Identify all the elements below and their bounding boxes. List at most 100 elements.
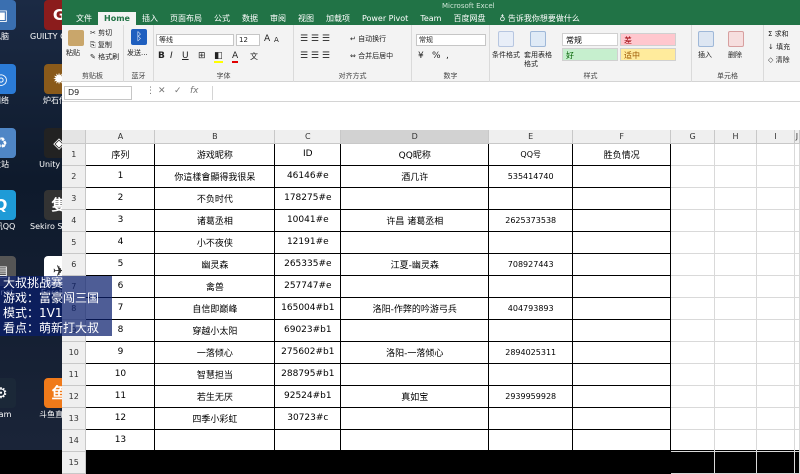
- cancel-icon[interactable]: ✕: [158, 86, 166, 96]
- cell[interactable]: [670, 407, 716, 430]
- desktop-icon-unity[interactable]: ◈ Unity Hub: [30, 128, 62, 170]
- phonetic-button[interactable]: 文: [250, 52, 258, 61]
- cell[interactable]: [340, 428, 490, 452]
- cell[interactable]: 30723#c: [274, 406, 342, 430]
- merge-center-button[interactable]: ⇔ 合并后居中: [350, 52, 393, 61]
- cell[interactable]: [488, 274, 574, 298]
- desktop-icon-douyu[interactable]: 鱼斗鱼直播...: [30, 378, 62, 420]
- desktop-icon-network[interactable]: ◎ 网络: [0, 64, 30, 106]
- cell[interactable]: [572, 164, 672, 188]
- cell[interactable]: 四季小彩虹: [154, 406, 276, 430]
- insert-cells-button[interactable]: 插入: [698, 51, 712, 60]
- cell[interactable]: [714, 275, 757, 298]
- grow-font-button[interactable]: A: [264, 35, 270, 44]
- currency-icon[interactable]: ¥: [418, 52, 424, 61]
- row-header[interactable]: 13: [62, 407, 87, 430]
- row-header[interactable]: 1: [62, 143, 87, 166]
- cell[interactable]: 404793893: [488, 296, 574, 320]
- cell[interactable]: [756, 231, 795, 254]
- comma-button[interactable]: ,: [446, 52, 449, 61]
- column-header-c[interactable]: C: [274, 130, 342, 144]
- delete-cells-button[interactable]: 删除: [728, 51, 742, 60]
- row-header[interactable]: 14: [62, 429, 87, 452]
- cell[interactable]: [756, 297, 795, 320]
- cell[interactable]: 165004#b1: [274, 296, 342, 320]
- style-bad[interactable]: 差: [620, 33, 676, 46]
- cell[interactable]: [572, 428, 672, 452]
- cell[interactable]: 257747#e: [274, 274, 342, 298]
- cell[interactable]: 洛阳-一落倾心: [340, 340, 490, 364]
- cell[interactable]: [794, 385, 800, 408]
- cell[interactable]: [794, 451, 800, 474]
- cell[interactable]: 幽灵森: [154, 252, 276, 276]
- cell[interactable]: 禽兽: [154, 274, 276, 298]
- cell[interactable]: [794, 143, 800, 166]
- cell[interactable]: [670, 429, 716, 452]
- cell[interactable]: [572, 274, 672, 298]
- cell[interactable]: [670, 165, 716, 188]
- wrap-text-button[interactable]: ↵ 自动换行: [350, 35, 386, 44]
- tab-9[interactable]: Power Pivot: [356, 12, 414, 25]
- tab-10[interactable]: Team: [414, 12, 447, 25]
- cell[interactable]: 2625373538: [488, 208, 574, 232]
- autosum-button[interactable]: Σ 求和: [768, 30, 789, 39]
- cell[interactable]: 1: [85, 164, 156, 188]
- cell[interactable]: [340, 230, 490, 254]
- cell[interactable]: 288795#b1: [274, 362, 342, 386]
- tab-3[interactable]: 页面布局: [164, 12, 208, 25]
- cell[interactable]: [488, 230, 574, 254]
- desktop-icon-recycle[interactable]: ♻ 收站: [0, 128, 30, 170]
- column-header-d[interactable]: D: [340, 130, 490, 144]
- cell[interactable]: 14: [85, 450, 156, 474]
- cell[interactable]: 708927443: [488, 252, 574, 276]
- cell[interactable]: QQ昵称: [340, 142, 490, 166]
- cell[interactable]: [794, 429, 800, 452]
- cell[interactable]: [572, 208, 672, 232]
- row-header[interactable]: 5: [62, 231, 87, 254]
- cell[interactable]: [756, 363, 795, 386]
- cell[interactable]: [340, 318, 490, 342]
- cell[interactable]: 一落倾心: [154, 340, 276, 364]
- font-size-select[interactable]: 12: [236, 34, 260, 46]
- row-header[interactable]: 15: [62, 451, 87, 474]
- cell[interactable]: 诸葛丞相: [154, 208, 276, 232]
- cell[interactable]: [488, 428, 574, 452]
- number-format-select[interactable]: 常规: [416, 34, 486, 46]
- cell[interactable]: 不负时代: [154, 186, 276, 210]
- borders-icon[interactable]: ⊞: [198, 52, 206, 61]
- cell[interactable]: [756, 143, 795, 166]
- paste-icon[interactable]: [68, 30, 84, 46]
- cell[interactable]: [714, 143, 757, 166]
- select-all-corner[interactable]: [62, 130, 87, 144]
- cell[interactable]: [670, 275, 716, 298]
- cell[interactable]: [340, 450, 490, 474]
- cell[interactable]: 穿越小太阳: [154, 318, 276, 342]
- cell[interactable]: [670, 451, 716, 474]
- cell[interactable]: 12: [85, 406, 156, 430]
- cell[interactable]: [756, 407, 795, 430]
- cell[interactable]: [670, 231, 716, 254]
- cell[interactable]: [714, 165, 757, 188]
- cell[interactable]: [756, 275, 795, 298]
- cell[interactable]: [756, 341, 795, 364]
- cell[interactable]: [154, 450, 276, 474]
- row-header[interactable]: 2: [62, 165, 87, 188]
- cell[interactable]: 2: [85, 186, 156, 210]
- column-header-j[interactable]: J: [794, 130, 800, 144]
- copy-button[interactable]: ⎘ 复制: [90, 41, 112, 50]
- conditional-format-button[interactable]: 条件格式: [492, 51, 520, 60]
- cell[interactable]: [794, 297, 800, 320]
- cell[interactable]: [756, 429, 795, 452]
- cell[interactable]: [340, 406, 490, 430]
- percent-button[interactable]: %: [432, 52, 441, 61]
- cell[interactable]: [714, 407, 757, 430]
- cell[interactable]: [756, 253, 795, 276]
- style-normal[interactable]: 常规: [562, 33, 618, 46]
- cell[interactable]: [340, 274, 490, 298]
- font-color-button[interactable]: A: [232, 52, 239, 63]
- cell[interactable]: [572, 252, 672, 276]
- cell[interactable]: [794, 187, 800, 210]
- cell[interactable]: 3: [85, 208, 156, 232]
- cell[interactable]: [714, 231, 757, 254]
- cell[interactable]: [572, 406, 672, 430]
